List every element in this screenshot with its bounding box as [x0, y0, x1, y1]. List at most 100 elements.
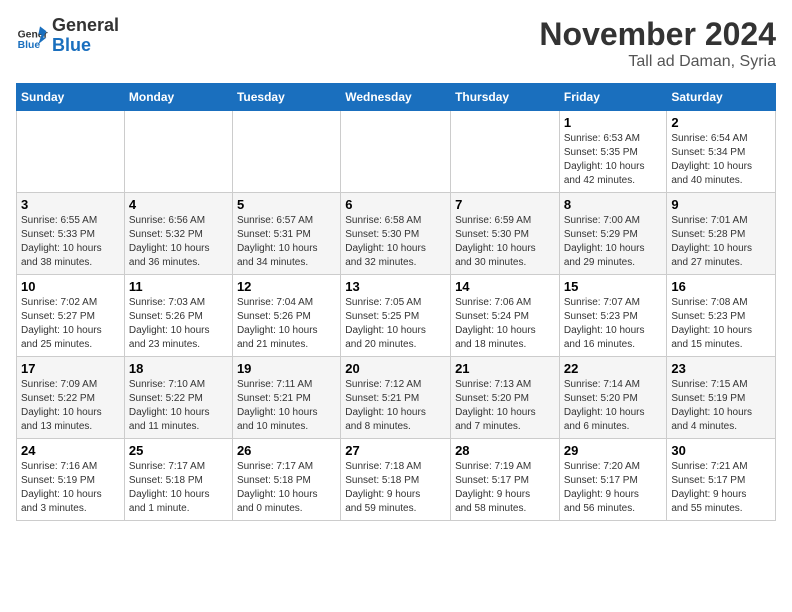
header-tuesday: Tuesday [232, 84, 340, 111]
day-info: Sunrise: 7:19 AM Sunset: 5:17 PM Dayligh… [455, 460, 555, 516]
day-number: 1 [564, 115, 663, 130]
day-number: 15 [564, 279, 663, 294]
calendar-cell [232, 111, 340, 193]
day-info: Sunrise: 7:17 AM Sunset: 5:18 PM Dayligh… [129, 460, 228, 516]
page-title: November 2024 [539, 16, 776, 53]
calendar-cell: 8 Sunrise: 7:00 AM Sunset: 5:29 PM Daylig… [559, 193, 667, 275]
day-number: 4 [129, 197, 228, 212]
day-info: Sunrise: 7:09 AM Sunset: 5:22 PM Dayligh… [21, 378, 120, 434]
calendar-cell: 3 Sunrise: 6:55 AM Sunset: 5:33 PM Daylig… [17, 193, 125, 275]
day-number: 12 [237, 279, 336, 294]
logo: General Blue General Blue [16, 16, 119, 56]
week-row-3: 10Sunrise: 7:02 AM Sunset: 5:27 PM Dayli… [17, 275, 776, 357]
logo-line1: General [52, 16, 119, 36]
calendar-cell: 23Sunrise: 7:15 AM Sunset: 5:19 PM Dayli… [667, 357, 776, 439]
day-number: 29 [564, 443, 663, 458]
calendar-cell: 26 Sunrise: 7:17 AM Sunset: 5:18 PM Dayli… [232, 439, 340, 521]
calendar-header-row: SundayMondayTuesdayWednesdayThursdayFrid… [17, 84, 776, 111]
day-info: Sunrise: 6:53 AM Sunset: 5:35 PM Dayligh… [564, 132, 663, 188]
day-info: Sunrise: 6:59 AM Sunset: 5:30 PM Dayligh… [455, 214, 555, 270]
day-number: 2 [671, 115, 771, 130]
day-number: 24 [21, 443, 120, 458]
svg-text:Blue: Blue [18, 40, 41, 51]
day-number: 22 [564, 361, 663, 376]
day-number: 17 [21, 361, 120, 376]
day-info: Sunrise: 7:14 AM Sunset: 5:20 PM Dayligh… [564, 378, 663, 434]
day-number: 6 [345, 197, 446, 212]
day-info: Sunrise: 6:54 AM Sunset: 5:34 PM Dayligh… [671, 132, 771, 188]
calendar-cell: 22 Sunrise: 7:14 AM Sunset: 5:20 PM Dayli… [559, 357, 667, 439]
calendar-cell: 4 Sunrise: 6:56 AM Sunset: 5:32 PM Daylig… [124, 193, 232, 275]
calendar-cell [124, 111, 232, 193]
week-row-5: 24 Sunrise: 7:16 AM Sunset: 5:19 PM Dayli… [17, 439, 776, 521]
logo-line2: Blue [52, 36, 119, 56]
header-saturday: Saturday [667, 84, 776, 111]
day-number: 3 [21, 197, 120, 212]
day-number: 25 [129, 443, 228, 458]
day-number: 21 [455, 361, 555, 376]
day-number: 16 [671, 279, 771, 294]
day-info: Sunrise: 7:17 AM Sunset: 5:18 PM Dayligh… [237, 460, 336, 516]
calendar-cell: 2 Sunrise: 6:54 AM Sunset: 5:34 PM Daylig… [667, 111, 776, 193]
header-thursday: Thursday [451, 84, 560, 111]
calendar-cell: 7 Sunrise: 6:59 AM Sunset: 5:30 PM Daylig… [451, 193, 560, 275]
calendar-cell: 1 Sunrise: 6:53 AM Sunset: 5:35 PM Daylig… [559, 111, 667, 193]
day-info: Sunrise: 7:03 AM Sunset: 5:26 PM Dayligh… [129, 296, 228, 352]
calendar-cell: 28Sunrise: 7:19 AM Sunset: 5:17 PM Dayli… [451, 439, 560, 521]
calendar-cell: 14 Sunrise: 7:06 AM Sunset: 5:24 PM Dayli… [451, 275, 560, 357]
calendar-cell: 16 Sunrise: 7:08 AM Sunset: 5:23 PM Dayli… [667, 275, 776, 357]
day-number: 20 [345, 361, 446, 376]
calendar-cell: 27Sunrise: 7:18 AM Sunset: 5:18 PM Dayli… [341, 439, 451, 521]
day-info: Sunrise: 7:11 AM Sunset: 5:21 PM Dayligh… [237, 378, 336, 434]
day-number: 10 [21, 279, 120, 294]
week-row-1: 1 Sunrise: 6:53 AM Sunset: 5:35 PM Daylig… [17, 111, 776, 193]
calendar-cell: 24 Sunrise: 7:16 AM Sunset: 5:19 PM Dayli… [17, 439, 125, 521]
day-info: Sunrise: 7:06 AM Sunset: 5:24 PM Dayligh… [455, 296, 555, 352]
calendar-cell [341, 111, 451, 193]
calendar-cell: 13Sunrise: 7:05 AM Sunset: 5:25 PM Dayli… [341, 275, 451, 357]
calendar-cell: 29 Sunrise: 7:20 AM Sunset: 5:17 PM Dayli… [559, 439, 667, 521]
calendar-table: SundayMondayTuesdayWednesdayThursdayFrid… [16, 83, 776, 521]
day-number: 5 [237, 197, 336, 212]
day-number: 8 [564, 197, 663, 212]
day-number: 14 [455, 279, 555, 294]
header-wednesday: Wednesday [341, 84, 451, 111]
day-info: Sunrise: 7:13 AM Sunset: 5:20 PM Dayligh… [455, 378, 555, 434]
day-number: 26 [237, 443, 336, 458]
calendar-cell: 6Sunrise: 6:58 AM Sunset: 5:30 PM Daylig… [341, 193, 451, 275]
day-number: 19 [237, 361, 336, 376]
calendar-cell: 30Sunrise: 7:21 AM Sunset: 5:17 PM Dayli… [667, 439, 776, 521]
day-info: Sunrise: 7:20 AM Sunset: 5:17 PM Dayligh… [564, 460, 663, 516]
calendar-cell: 17 Sunrise: 7:09 AM Sunset: 5:22 PM Dayli… [17, 357, 125, 439]
day-number: 27 [345, 443, 446, 458]
header-sunday: Sunday [17, 84, 125, 111]
day-info: Sunrise: 7:15 AM Sunset: 5:19 PM Dayligh… [671, 378, 771, 434]
calendar-cell [17, 111, 125, 193]
calendar-cell: 11Sunrise: 7:03 AM Sunset: 5:26 PM Dayli… [124, 275, 232, 357]
calendar-cell: 20Sunrise: 7:12 AM Sunset: 5:21 PM Dayli… [341, 357, 451, 439]
week-row-4: 17 Sunrise: 7:09 AM Sunset: 5:22 PM Dayli… [17, 357, 776, 439]
day-number: 7 [455, 197, 555, 212]
calendar-cell: 5Sunrise: 6:57 AM Sunset: 5:31 PM Daylig… [232, 193, 340, 275]
page-header: General Blue General Blue November 2024 … [16, 16, 776, 71]
calendar-cell: 15 Sunrise: 7:07 AM Sunset: 5:23 PM Dayli… [559, 275, 667, 357]
day-info: Sunrise: 7:08 AM Sunset: 5:23 PM Dayligh… [671, 296, 771, 352]
day-info: Sunrise: 7:05 AM Sunset: 5:25 PM Dayligh… [345, 296, 446, 352]
page-subtitle: Tall ad Daman, Syria [539, 53, 776, 71]
week-row-2: 3 Sunrise: 6:55 AM Sunset: 5:33 PM Daylig… [17, 193, 776, 275]
calendar-cell: 25 Sunrise: 7:17 AM Sunset: 5:18 PM Dayli… [124, 439, 232, 521]
day-info: Sunrise: 6:56 AM Sunset: 5:32 PM Dayligh… [129, 214, 228, 270]
calendar-cell: 9Sunrise: 7:01 AM Sunset: 5:28 PM Daylig… [667, 193, 776, 275]
day-info: Sunrise: 7:00 AM Sunset: 5:29 PM Dayligh… [564, 214, 663, 270]
calendar-cell: 21 Sunrise: 7:13 AM Sunset: 5:20 PM Dayli… [451, 357, 560, 439]
calendar-cell: 19 Sunrise: 7:11 AM Sunset: 5:21 PM Dayli… [232, 357, 340, 439]
calendar-cell [451, 111, 560, 193]
day-info: Sunrise: 7:16 AM Sunset: 5:19 PM Dayligh… [21, 460, 120, 516]
day-info: Sunrise: 6:55 AM Sunset: 5:33 PM Dayligh… [21, 214, 120, 270]
logo-icon: General Blue [16, 20, 48, 52]
day-number: 9 [671, 197, 771, 212]
day-info: Sunrise: 7:21 AM Sunset: 5:17 PM Dayligh… [671, 460, 771, 516]
day-info: Sunrise: 7:07 AM Sunset: 5:23 PM Dayligh… [564, 296, 663, 352]
day-number: 18 [129, 361, 228, 376]
calendar-cell: 12Sunrise: 7:04 AM Sunset: 5:26 PM Dayli… [232, 275, 340, 357]
